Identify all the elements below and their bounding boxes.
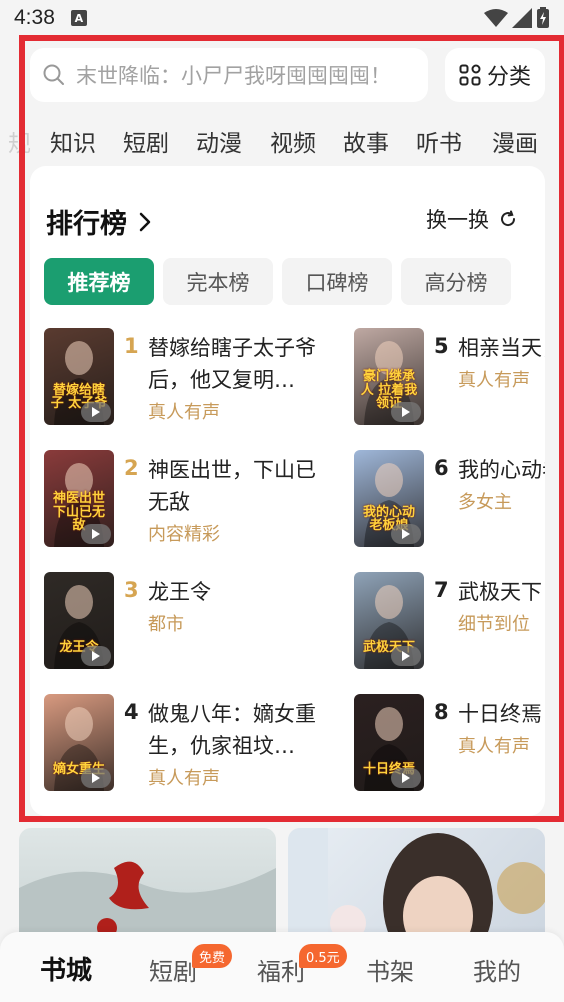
battery-icon xyxy=(537,7,549,28)
tab-anime[interactable]: 动漫 xyxy=(196,124,242,158)
category-label: 分类 xyxy=(486,65,531,90)
book-tag: 真人有声 xyxy=(458,370,530,391)
rank-number: 1 xyxy=(124,334,139,358)
book-title: 十日终焉 xyxy=(458,702,542,726)
rank-number: 5 xyxy=(434,334,449,358)
rank-number: 4 xyxy=(124,700,139,724)
rank-tab-recommended[interactable]: 推荐榜 xyxy=(44,258,154,305)
book-cover[interactable]: 我的心动 老板娘 xyxy=(354,450,424,547)
book-cover[interactable]: 豪门继承人 拉着我领证 xyxy=(354,328,424,425)
book-cover[interactable]: 神医出世 下山已无敌 xyxy=(44,450,114,547)
book-tag: 真人有声 xyxy=(458,736,530,757)
book-item[interactable]: 神医出世 下山已无敌 2 神医出世，下山已无敌内容精彩 xyxy=(44,450,344,550)
ranking-title[interactable]: 排行榜 xyxy=(46,202,151,241)
bottom-nav: 书城 短剧 免费 福利 0.5元 书架 我的 xyxy=(0,932,564,1002)
status-bar: 4:38 A xyxy=(0,0,564,36)
book-item[interactable]: 武极天下 7 武极天下 细节到位 xyxy=(354,572,545,672)
ranking-title-text: 排行榜 xyxy=(46,209,127,240)
promo-banner-right[interactable] xyxy=(288,828,545,938)
nav-short-drama[interactable]: 短剧 xyxy=(149,952,197,987)
nav-bookstore[interactable]: 书城 xyxy=(40,950,92,987)
book-title: 替嫁给瞎子太子爷后，他又复明… xyxy=(148,336,316,392)
book-title: 神医出世，下山已无敌 xyxy=(148,458,316,514)
book-title: 武极天下 xyxy=(458,580,542,604)
book-title: 做鬼八年：嫡女重生，仇家祖坟… xyxy=(148,702,316,758)
play-icon xyxy=(81,646,111,666)
book-title: 龙王令 xyxy=(148,580,211,604)
channel-tabs: 知识 短剧 动漫 视频 故事 听书 漫画 xyxy=(30,112,545,166)
search-placeholder: 末世降临：小尸尸我呀囤囤囤囤！ xyxy=(76,64,391,88)
book-cover[interactable]: 龙王令 xyxy=(44,572,114,669)
book-item[interactable]: 龙王令 3 龙王令 都市 xyxy=(44,572,344,672)
nav-welfare[interactable]: 福利 xyxy=(257,952,305,987)
search-icon xyxy=(43,64,64,85)
play-icon xyxy=(81,524,111,544)
wifi-icon xyxy=(484,9,508,27)
book-tag: 内容精彩 xyxy=(148,524,220,545)
status-time: 4:38 xyxy=(14,6,55,29)
play-icon xyxy=(391,524,421,544)
book-tag: 多女主 xyxy=(458,492,512,513)
reward-badge: 0.5元 xyxy=(299,944,347,968)
rank-number: 2 xyxy=(124,456,139,480)
book-title: 相亲当天，豪门继承人拉着我领证 xyxy=(458,336,545,360)
nav-bookshelf[interactable]: 书架 xyxy=(366,952,414,987)
rank-number: 6 xyxy=(434,456,449,480)
category-button[interactable]: 分类 xyxy=(445,48,545,102)
book-item[interactable]: 嫡女重生 4 做鬼八年：嫡女重生，仇家祖坟… 真人有声 xyxy=(44,694,344,794)
promo-banner-left[interactable] xyxy=(19,828,276,938)
book-tag: 真人有声 xyxy=(148,768,220,789)
tab-knowledge[interactable]: 知识 xyxy=(50,124,96,158)
book-cover[interactable]: 嫡女重生 xyxy=(44,694,114,791)
rank-tab-high-score[interactable]: 高分榜 xyxy=(401,258,511,305)
tab-comics[interactable]: 漫画 xyxy=(492,124,538,158)
book-cover[interactable]: 武极天下 xyxy=(354,572,424,669)
book-tag: 真人有声 xyxy=(148,402,220,423)
book-item[interactable]: 替嫁给瞎子 太子爷 1 替嫁给瞎子太子爷后，他又复明… 真人有声 xyxy=(44,328,344,428)
ranking-card: 排行榜 换一换 推荐榜 完本榜 口碑榜 高分榜 替嫁给瞎子 太子爷 1 替嫁给瞎子太… xyxy=(30,166,545,816)
free-badge: 免费 xyxy=(192,944,233,968)
book-item[interactable]: 我的心动 老板娘 6 我的心动老板娘多女主 xyxy=(354,450,545,550)
refresh-label: 换一换 xyxy=(426,208,489,232)
rank-tab-reputation[interactable]: 口碑榜 xyxy=(282,258,392,305)
book-cover[interactable]: 替嫁给瞎子 太子爷 xyxy=(44,328,114,425)
rank-number: 7 xyxy=(434,578,449,602)
play-icon xyxy=(391,402,421,422)
rank-number: 8 xyxy=(434,700,449,724)
book-item[interactable]: 豪门继承人 拉着我领证 5 相亲当天，豪门继承人拉着我领证真人有声 xyxy=(354,328,545,428)
nav-mine[interactable]: 我的 xyxy=(473,952,521,987)
book-title: 我的心动老板娘 xyxy=(458,458,545,482)
banner-art xyxy=(19,861,276,938)
play-icon xyxy=(391,646,421,666)
rank-number: 3 xyxy=(124,578,139,602)
status-indicators xyxy=(484,7,550,29)
refresh-button[interactable]: 换一换 xyxy=(426,204,517,234)
search-input[interactable]: 末世降临：小尸尸我呀囤囤囤囤！ xyxy=(30,48,428,102)
rank-tab-completed[interactable]: 完本榜 xyxy=(163,258,273,305)
refresh-icon xyxy=(501,210,516,227)
notification-icon: A xyxy=(70,10,87,26)
tab-audiobook[interactable]: 听书 xyxy=(416,124,462,158)
play-icon xyxy=(81,768,111,788)
tab-video[interactable]: 视频 xyxy=(270,124,316,158)
grid-icon xyxy=(459,64,481,86)
play-icon xyxy=(391,768,421,788)
tab-short-drama[interactable]: 短剧 xyxy=(123,124,169,158)
book-tag: 都市 xyxy=(148,614,184,635)
book-item[interactable]: 十日终焉 8 十日终焉 真人有声 xyxy=(354,694,545,794)
tab-story[interactable]: 故事 xyxy=(343,124,389,158)
book-cover[interactable]: 十日终焉 xyxy=(354,694,424,791)
signal-icon xyxy=(512,8,532,28)
partial-tab: 规 xyxy=(8,131,31,157)
banner-art xyxy=(288,828,545,938)
book-tag: 细节到位 xyxy=(458,614,530,635)
chevron-right-icon xyxy=(139,212,151,231)
play-icon xyxy=(81,402,111,422)
